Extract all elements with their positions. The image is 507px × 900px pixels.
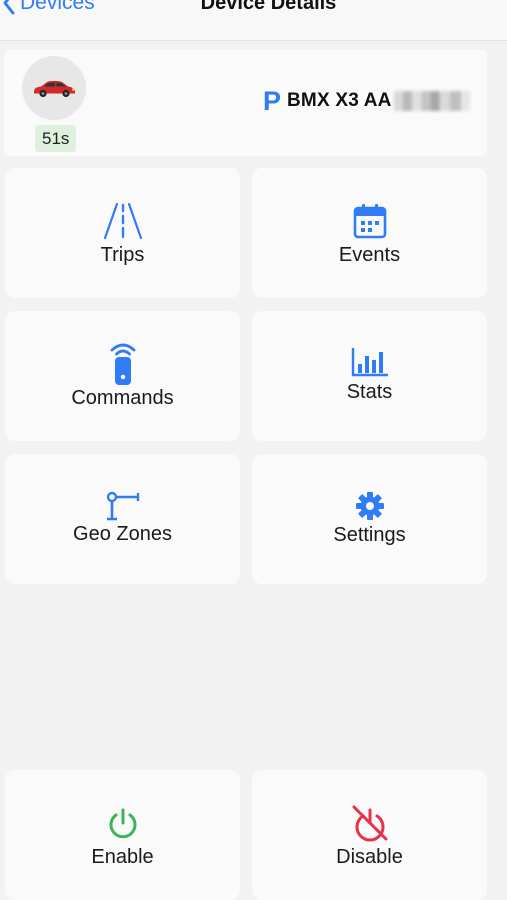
plate-redacted-area (393, 91, 470, 111)
bar-chart-icon (252, 347, 487, 377)
last-update-badge: 51s (35, 125, 77, 152)
tile-label: Commands (71, 387, 174, 409)
disable-button[interactable]: Disable (252, 770, 487, 900)
parking-icon: P (263, 86, 282, 116)
device-header-card: 51s P BMX X3 AA (4, 50, 487, 156)
tile-commands[interactable]: Commands (5, 311, 240, 441)
enable-label: Enable (91, 846, 154, 868)
tile-label: Settings (333, 524, 406, 546)
geofence-icon (5, 490, 240, 522)
page-title: Device Details (200, 0, 337, 14)
tile-events[interactable]: Events (252, 168, 487, 298)
tile-trips[interactable]: Trips (5, 168, 240, 298)
plate-number: BMX X3 AA (287, 90, 392, 111)
car-icon (34, 80, 75, 98)
disable-label: Disable (336, 846, 403, 868)
tile-stats[interactable]: Stats (252, 311, 487, 441)
tile-label: Trips (100, 244, 145, 266)
tile-settings[interactable]: Settings (252, 454, 487, 584)
tile-label: Geo Zones (73, 523, 172, 545)
tile-label: Events (338, 244, 401, 266)
road-icon (5, 202, 240, 240)
device-avatar (22, 56, 86, 120)
navigation-bar: Devices Device Details (0, 0, 507, 41)
tile-label: Stats (346, 381, 393, 403)
enable-button[interactable]: Enable (5, 770, 240, 900)
gear-icon (252, 491, 487, 521)
remote-control-icon (5, 341, 240, 385)
power-icon (5, 807, 240, 841)
power-off-icon (252, 803, 487, 843)
calendar-icon (252, 203, 487, 239)
device-plate: P BMX X3 AA (263, 86, 470, 116)
tile-geo-zones[interactable]: Geo Zones (5, 454, 240, 584)
